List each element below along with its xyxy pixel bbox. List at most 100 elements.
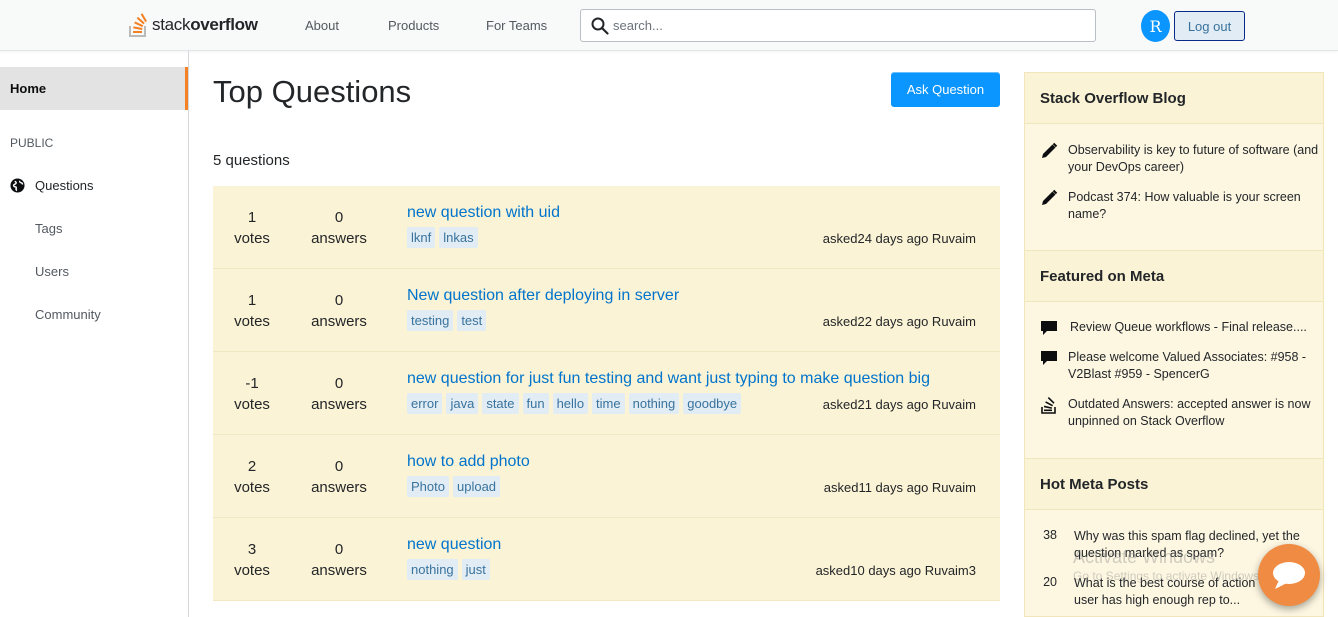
question-tag[interactable]: error bbox=[407, 393, 443, 414]
answer-count-number: 0 bbox=[334, 292, 344, 309]
globe-icon bbox=[10, 178, 25, 193]
question-title-link[interactable]: new question for just fun testing and wa… bbox=[407, 370, 930, 388]
vote-count: 2 votes bbox=[212, 456, 292, 498]
question-tags: nothing just bbox=[407, 559, 490, 580]
meta-item-text[interactable]: Please welcome Valued Associates: #958 -… bbox=[1068, 349, 1320, 383]
question-tag[interactable]: hello bbox=[552, 393, 589, 414]
chat-bubble-icon bbox=[1273, 562, 1305, 589]
search-icon bbox=[591, 17, 609, 35]
question-tags: lknf lnkas bbox=[407, 227, 478, 248]
ask-question-button[interactable]: Ask Question bbox=[891, 72, 1000, 107]
question-list: 1 votes 0 answers new question with uid lknf l… bbox=[213, 186, 1000, 601]
blog-item-text[interactable]: Observability is key to future of softwa… bbox=[1068, 142, 1320, 176]
asked-info: asked22 days ago Ruvaim bbox=[822, 314, 976, 329]
question-tag[interactable]: lknf bbox=[407, 227, 436, 248]
question-tag[interactable]: test bbox=[457, 310, 487, 331]
vote-count-label: votes bbox=[234, 562, 270, 579]
answer-count-label: answers bbox=[311, 562, 367, 579]
question-tag[interactable]: upload bbox=[452, 476, 501, 497]
sidebar-item-questions[interactable]: Questions bbox=[35, 178, 94, 193]
meta-item-text[interactable]: Outdated Answers: accepted answer is now… bbox=[1068, 396, 1320, 430]
nav-for-teams[interactable]: For Teams bbox=[486, 18, 547, 33]
question-tag[interactable]: java bbox=[446, 393, 479, 414]
asked-info: asked11 days ago Ruvaim bbox=[823, 480, 976, 495]
vote-count-number: 2 bbox=[247, 458, 257, 475]
vote-count-number: 1 bbox=[247, 209, 257, 226]
vote-count-label: votes bbox=[234, 313, 270, 330]
answer-count-label: answers bbox=[311, 230, 367, 247]
answer-count-number: 0 bbox=[334, 209, 344, 226]
asked-info: asked21 days ago Ruvaim bbox=[822, 397, 976, 412]
sidebar-item-tags[interactable]: Tags bbox=[35, 221, 62, 236]
question-tags: testing test bbox=[407, 310, 487, 331]
hot-post-score: 38 bbox=[1043, 528, 1057, 542]
stackoverflow-logo-icon bbox=[129, 13, 147, 37]
vote-count-label: votes bbox=[234, 230, 270, 247]
pencil-icon bbox=[1042, 189, 1058, 205]
featured-meta-heading: Featured on Meta bbox=[1025, 250, 1323, 302]
chat-button[interactable] bbox=[1258, 544, 1320, 606]
nav-products[interactable]: Products bbox=[388, 18, 439, 33]
question-count: 5 questions bbox=[213, 152, 290, 169]
question-row: 3 votes 0 answers new question nothing just ask… bbox=[213, 518, 1000, 601]
answer-count-label: answers bbox=[311, 479, 367, 496]
sidebar-item-home[interactable]: Home bbox=[0, 67, 188, 110]
question-tag[interactable]: nothing bbox=[407, 559, 458, 580]
answer-count-number: 0 bbox=[334, 541, 344, 558]
sidebar-item-users[interactable]: Users bbox=[35, 264, 69, 279]
asked-info: asked24 days ago Ruvaim bbox=[822, 231, 976, 246]
question-title-link[interactable]: new question bbox=[407, 536, 501, 554]
question-tag[interactable]: Photo bbox=[407, 476, 449, 497]
question-title-link[interactable]: how to add photo bbox=[407, 453, 530, 471]
vote-count: 1 votes bbox=[212, 207, 292, 249]
search-box[interactable] bbox=[580, 9, 1096, 42]
question-tags: Photo upload bbox=[407, 476, 501, 497]
question-tag[interactable]: goodbye bbox=[683, 393, 742, 414]
question-title-link[interactable]: new question with uid bbox=[407, 204, 560, 222]
left-sidebar: Home PUBLIC Questions Tags Users Communi… bbox=[0, 51, 189, 617]
logo-text-light: stack bbox=[152, 15, 191, 34]
sidebar-section-public: PUBLIC bbox=[10, 136, 54, 150]
answer-count: 0 answers bbox=[299, 373, 379, 415]
sidebar-item-community[interactable]: Community bbox=[35, 307, 101, 322]
question-tag[interactable]: lnkas bbox=[439, 227, 478, 248]
nav-about[interactable]: About bbox=[305, 18, 339, 33]
asked-info: asked10 days ago Ruvaim3 bbox=[815, 563, 976, 578]
answer-count-label: answers bbox=[311, 396, 367, 413]
logo-text-bold: overflow bbox=[190, 15, 258, 34]
question-tag[interactable]: testing bbox=[407, 310, 454, 331]
search-input[interactable] bbox=[613, 18, 1083, 33]
blog-item-text[interactable]: Podcast 374: How valuable is your screen… bbox=[1068, 189, 1320, 223]
answer-count: 0 answers bbox=[299, 456, 379, 498]
question-title-link[interactable]: New question after deploying in server bbox=[407, 287, 679, 305]
vote-count-label: votes bbox=[234, 396, 270, 413]
vote-count: -1 votes bbox=[212, 373, 292, 415]
question-row: 2 votes 0 answers how to add photo Photo uploa… bbox=[213, 435, 1000, 518]
vote-count: 3 votes bbox=[212, 539, 292, 581]
top-bar: stackoverflow About Products For Teams R… bbox=[0, 0, 1338, 51]
stack-exchange-icon bbox=[1041, 396, 1056, 414]
meta-item-text[interactable]: Review Queue workflows - Final release..… bbox=[1070, 319, 1322, 336]
vote-count-number: 1 bbox=[247, 292, 257, 309]
question-tag[interactable]: just bbox=[461, 559, 490, 580]
question-tag[interactable]: state bbox=[482, 393, 519, 414]
question-tag[interactable]: fun bbox=[522, 393, 549, 414]
answer-count-number: 0 bbox=[334, 375, 344, 392]
speech-bubble-icon bbox=[1041, 351, 1057, 365]
question-row: 1 votes 0 answers New question after deployi… bbox=[213, 269, 1000, 352]
page-title: Top Questions bbox=[213, 74, 412, 109]
question-tag[interactable]: time bbox=[592, 393, 625, 414]
question-tags: error java state fun hello time nothing goodbye bbox=[407, 393, 742, 414]
answer-count: 0 answers bbox=[299, 207, 379, 249]
vote-count-number: 3 bbox=[247, 541, 257, 558]
speech-bubble-icon bbox=[1041, 321, 1057, 335]
answer-count: 0 answers bbox=[299, 539, 379, 581]
question-row: -1 votes 0 answers new question for just fun… bbox=[213, 352, 1000, 435]
question-tag[interactable]: nothing bbox=[628, 393, 680, 414]
answer-count-number: 0 bbox=[334, 458, 344, 475]
avatar[interactable]: R bbox=[1141, 10, 1170, 42]
activate-windows-subtext: Go to Settings to activate Windows. bbox=[1073, 569, 1263, 583]
blog-heading: Stack Overflow Blog bbox=[1025, 73, 1323, 124]
logout-button[interactable]: Log out bbox=[1174, 11, 1245, 41]
stackoverflow-logo[interactable]: stackoverflow bbox=[129, 12, 258, 38]
